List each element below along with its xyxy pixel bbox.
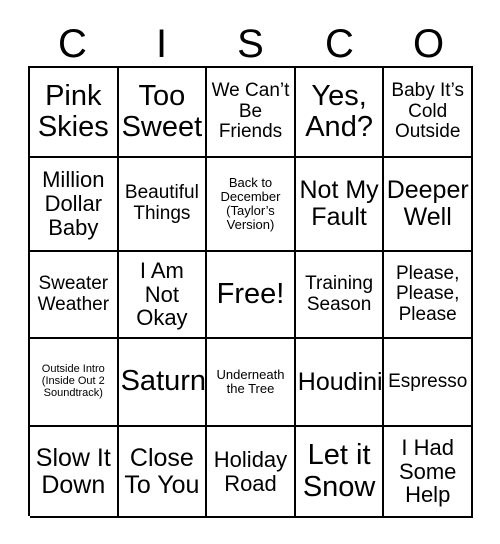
bingo-cell-r0-c0[interactable]: Pink Skies: [30, 68, 119, 158]
bingo-cell-label: Million Dollar Baby: [42, 167, 105, 240]
bingo-cell-label: Saturn: [120, 365, 207, 398]
bingo-cell-r3-c1[interactable]: Saturn: [118, 339, 208, 427]
bingo-cell-label: Too Sweet: [121, 79, 203, 143]
bingo-cell-label: Let it Snow: [302, 439, 376, 503]
bingo-cell-label: I Had Some Help: [398, 434, 457, 508]
bingo-header-letter-3: C: [325, 22, 354, 66]
bingo-cell-r2-c3[interactable]: Training Season: [295, 252, 385, 339]
bingo-cell-r0-c1[interactable]: Too Sweet: [118, 68, 208, 158]
bingo-cell-label: Beautiful Things: [124, 182, 199, 224]
bingo-cell-r0-c3[interactable]: Yes, And?: [295, 68, 385, 158]
bingo-cell-label: We Can’t Be Friends: [211, 80, 290, 143]
bingo-cell-label: I Am Not Okay: [136, 257, 188, 331]
bingo-cell-r0-c4[interactable]: Baby It’s Cold Outside: [384, 68, 473, 158]
bingo-cell-r4-c0[interactable]: Slow It Down: [30, 427, 119, 518]
bingo-cell-r1-c2[interactable]: Back to December (Taylor’s Version): [207, 158, 296, 252]
bingo-header: CISCO: [28, 22, 473, 66]
bingo-free-cell[interactable]: Free!: [207, 252, 296, 339]
bingo-cell-r4-c4[interactable]: I Had Some Help: [384, 427, 473, 518]
bingo-cell-r3-c2[interactable]: Underneath the Tree: [207, 339, 296, 427]
bingo-cell-r2-c0[interactable]: Sweater Weather: [30, 252, 119, 339]
bingo-cell-label: Houdini: [297, 367, 383, 396]
bingo-grid: Pink Skies Too Sweet We Can’t Be Friends Ye…: [28, 66, 473, 518]
bingo-card: C I S C O Pink Skies Too Sweet We Can’t Be Fri…: [0, 0, 500, 544]
bingo-cell-r4-c2[interactable]: Holiday Road: [207, 427, 296, 518]
bingo-cell-label: Training Season: [305, 272, 374, 315]
bingo-cell-label: Back to December (Taylor’s Version): [220, 174, 281, 233]
bingo-header-letter-2: S: [237, 22, 264, 66]
bingo-cell-label: Holiday Road: [213, 446, 288, 496]
bingo-cell-r1-c3[interactable]: Not My Fault: [295, 158, 385, 252]
bingo-cell-r2-c4[interactable]: Please, Please, Please: [384, 252, 473, 339]
bingo-cell-label: Please, Please, Please: [396, 262, 460, 325]
bingo-cell-label: Close To You: [124, 443, 200, 499]
bingo-cell-r1-c1[interactable]: Beautiful Things: [118, 158, 208, 252]
bingo-cell-label: Sweater Weather: [37, 272, 110, 315]
bingo-cell-label: Deeper Well: [386, 176, 469, 231]
bingo-cell-label: Underneath the Tree: [216, 366, 285, 396]
bingo-cell-label: Yes, And?: [305, 79, 373, 143]
bingo-cell-label: Free!: [216, 277, 285, 310]
bingo-header-letter-4: O: [412, 22, 445, 66]
bingo-cell-r2-c1[interactable]: I Am Not Okay: [118, 252, 208, 339]
bingo-cell-r4-c3[interactable]: Let it Snow: [295, 427, 385, 518]
bingo-cell-r0-c2[interactable]: We Can’t Be Friends: [207, 68, 296, 158]
bingo-cell-r4-c1[interactable]: Close To You: [118, 427, 208, 518]
bingo-cell-label: Slow It Down: [35, 443, 111, 499]
bingo-cell-r3-c3[interactable]: Houdini: [295, 339, 385, 427]
bingo-cell-r3-c0[interactable]: Outside Intro (Inside Out 2 Soundtrack): [30, 339, 119, 427]
bingo-cell-label: Pink Skies: [37, 79, 109, 143]
bingo-cell-label: Outside Intro (Inside Out 2 Soundtrack): [41, 363, 105, 399]
bingo-cell-label: Baby It’s Cold Outside: [391, 80, 464, 143]
bingo-header-letter-1: I: [155, 22, 168, 66]
bingo-cell-r1-c4[interactable]: Deeper Well: [384, 158, 473, 252]
bingo-cell-label: Not My Fault: [299, 176, 379, 231]
bingo-cell-r3-c4[interactable]: Espresso: [384, 339, 473, 427]
bingo-cell-label: Espresso: [388, 370, 468, 392]
bingo-cell-r1-c0[interactable]: Million Dollar Baby: [30, 158, 119, 252]
bingo-header-letter-0: C: [58, 22, 87, 66]
